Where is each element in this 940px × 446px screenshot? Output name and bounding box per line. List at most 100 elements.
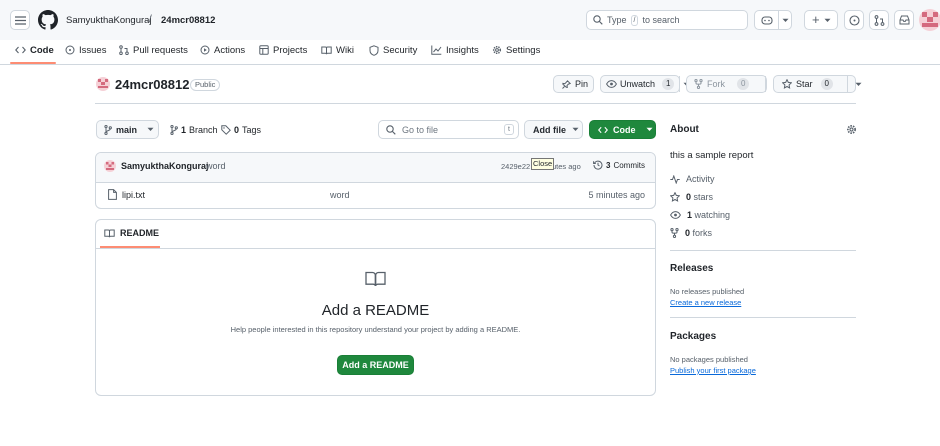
tab-insights[interactable]: Insights: [431, 41, 479, 59]
fork-count: 0: [737, 78, 750, 90]
tab-label: Actions: [214, 44, 246, 56]
file-row[interactable]: lipi.txt word 5 minutes ago: [96, 183, 655, 207]
issues-button[interactable]: [844, 10, 864, 30]
branch-count: 1: [181, 125, 187, 135]
tags-link[interactable]: 0 Tags: [221, 125, 261, 135]
path-separator: /: [149, 14, 152, 25]
code-button[interactable]: Code: [589, 120, 656, 139]
add-file-button[interactable]: Add file: [524, 120, 583, 139]
chevron-down-icon: [855, 82, 862, 87]
forks-count: 0: [685, 228, 691, 238]
activity-link[interactable]: Activity: [670, 174, 715, 184]
create-release-link[interactable]: Create a new release: [670, 298, 741, 307]
plus-icon: +: [812, 12, 820, 27]
go-to-file-placeholder: Go to file: [402, 124, 439, 135]
inbox-icon: [899, 15, 910, 25]
tab-label: Issues: [79, 44, 107, 56]
tab-actions[interactable]: Actions: [200, 41, 245, 59]
code-label: Code: [613, 124, 636, 135]
tab-issues[interactable]: Issues: [65, 41, 106, 59]
shield-icon: [369, 44, 379, 56]
tab-settings[interactable]: Settings: [492, 41, 540, 59]
add-readme-button[interactable]: Add a README: [337, 355, 414, 375]
chevron-down-icon: [147, 127, 154, 132]
menu-button[interactable]: [10, 10, 30, 30]
sidebar-divider: [670, 250, 856, 251]
file-name[interactable]: lipi.txt: [122, 190, 145, 200]
fork-label: Fork: [707, 79, 725, 89]
commit-author-avatar: [104, 160, 116, 172]
pin-button[interactable]: Pin: [553, 75, 594, 93]
pulse-icon: [670, 174, 680, 184]
forks-link[interactable]: 0 forks: [670, 228, 712, 238]
pin-icon: [562, 79, 571, 89]
pin-label: Pin: [575, 79, 589, 89]
pull-request-icon: [119, 45, 129, 55]
avatar[interactable]: [919, 9, 940, 31]
forks-word: forks: [692, 228, 713, 238]
branch-icon: [104, 124, 112, 135]
about-description: this a sample report: [670, 150, 754, 161]
code-icon: [15, 46, 26, 54]
github-logo-icon[interactable]: [38, 10, 58, 30]
unwatch-button[interactable]: Unwatch 1: [600, 75, 690, 93]
gear-icon[interactable]: [846, 124, 857, 135]
commits-link[interactable]: 3 Commits: [593, 160, 645, 170]
tag-icon: [221, 125, 231, 135]
tab-code[interactable]: Code: [15, 41, 54, 59]
repo-link[interactable]: 24mcr08812: [161, 15, 215, 26]
issue-icon: [65, 45, 75, 55]
book-icon: [321, 46, 332, 55]
branch-selector[interactable]: main: [96, 120, 159, 139]
stars-link[interactable]: 0 stars: [670, 192, 713, 202]
tag-word: Tags: [242, 125, 262, 135]
file-time: 5 minutes ago: [588, 190, 645, 200]
book-icon: [365, 271, 386, 287]
publish-package-link[interactable]: Publish your first package: [670, 366, 756, 375]
search-prefix: Type: [607, 15, 627, 25]
chevron-down-icon: [646, 127, 653, 132]
go-to-file-input[interactable]: Go to file t: [378, 120, 519, 139]
pull-requests-button[interactable]: [869, 10, 889, 30]
readme-title: Add a README: [321, 302, 430, 319]
watching-count: 1: [687, 210, 693, 220]
commit-hash[interactable]: 2429e22: [501, 162, 530, 171]
file-commit-message[interactable]: word: [330, 190, 350, 200]
unwatch-label: Unwatch: [620, 79, 656, 89]
branch-icon: [170, 125, 178, 135]
chevron-down-icon: [782, 18, 789, 23]
star-count: 0: [820, 78, 833, 90]
star-button[interactable]: Star 0: [773, 75, 862, 93]
chevron-down-icon: [572, 127, 579, 132]
tab-pull-requests[interactable]: Pull requests: [119, 41, 188, 59]
packages-heading[interactable]: Packages: [670, 331, 716, 342]
stars-count: 0: [686, 192, 692, 202]
code-icon: [598, 126, 608, 134]
branches-link[interactable]: 1 Branch: [170, 125, 218, 135]
search-icon: [593, 15, 603, 25]
search-input[interactable]: Type / to search: [586, 10, 748, 30]
commit-message[interactable]: word: [206, 161, 226, 171]
releases-heading[interactable]: Releases: [670, 263, 713, 274]
tab-label: Insights: [446, 44, 479, 56]
fork-button[interactable]: Fork 0: [686, 75, 780, 93]
owner-link[interactable]: SamyukthaKonguraj: [66, 15, 152, 26]
owner-avatar: [96, 77, 110, 91]
watching-link[interactable]: 1 watching: [670, 210, 730, 220]
readme-tab[interactable]: README: [104, 228, 159, 238]
hamburger-icon: [14, 15, 26, 25]
file-icon: [108, 189, 117, 200]
tab-security[interactable]: Security: [369, 41, 417, 59]
tab-wiki[interactable]: Wiki: [321, 41, 354, 59]
copilot-icon: [761, 15, 773, 25]
star-label: Star: [796, 79, 813, 89]
commit-author[interactable]: SamyukthaKonguraj: [121, 161, 209, 171]
inbox-button[interactable]: [894, 10, 914, 30]
tooltip-close[interactable]: Close: [531, 158, 555, 170]
repo-title: 24mcr08812: [115, 77, 190, 92]
go-to-file-shortcut: t: [504, 124, 514, 135]
tab-projects[interactable]: Projects: [259, 41, 307, 59]
copilot-button[interactable]: [754, 10, 792, 30]
tab-label: Projects: [273, 44, 308, 56]
create-new-button[interactable]: +: [804, 10, 838, 30]
